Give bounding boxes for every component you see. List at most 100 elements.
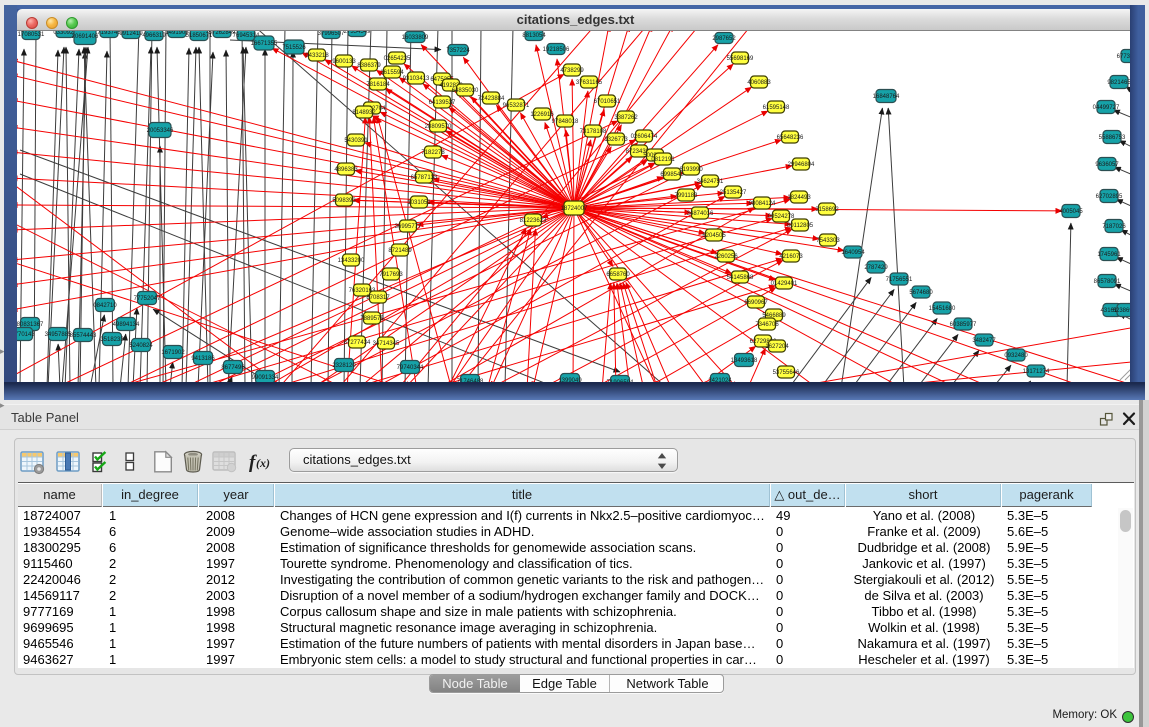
svg-text:7346706: 7346706: [755, 322, 779, 328]
svg-text:36995777: 36995777: [395, 224, 422, 230]
svg-text:54145868: 54145868: [727, 275, 754, 281]
svg-text:79740344: 79740344: [397, 365, 424, 371]
svg-text:99091334: 99091334: [252, 375, 279, 381]
svg-text:49894134: 49894134: [113, 322, 140, 328]
svg-text:7543303: 7543303: [816, 238, 840, 244]
svg-text:65648236: 65648236: [777, 135, 804, 141]
svg-text:7917693: 7917693: [379, 272, 403, 278]
svg-text:85574443: 85574443: [70, 333, 97, 339]
svg-text:77752047: 77752047: [134, 296, 161, 302]
svg-text:2787429: 2787429: [864, 265, 888, 271]
svg-text:01429401: 01429401: [771, 281, 798, 287]
svg-text:67010651: 67010651: [594, 99, 621, 105]
svg-text:9600133: 9600133: [332, 59, 356, 65]
svg-text:97848018: 97848018: [552, 119, 579, 125]
svg-text:8148932: 8148932: [352, 110, 376, 116]
svg-text:16848764: 16848764: [873, 94, 900, 100]
svg-text:29946804: 29946804: [788, 162, 815, 168]
svg-text:0433218: 0433218: [305, 53, 329, 59]
svg-text:9636057: 9636057: [1095, 162, 1119, 168]
svg-text:3482477: 3482477: [972, 338, 996, 344]
svg-text:9413186: 9413186: [191, 356, 215, 362]
svg-text:16671355: 16671355: [251, 41, 278, 47]
svg-text:6998543: 6998543: [660, 172, 684, 178]
svg-text:7187026: 7187026: [1102, 224, 1126, 230]
svg-text:02606474: 02606474: [631, 134, 658, 140]
svg-text:13171274: 13171274: [1023, 369, 1050, 375]
svg-text:5674680: 5674680: [909, 290, 933, 296]
svg-text:81223623: 81223623: [520, 218, 547, 224]
svg-text:80112805: 80112805: [787, 223, 814, 229]
svg-text:25135427: 25135427: [720, 190, 747, 196]
svg-text:7816184: 7816184: [366, 82, 390, 88]
svg-text:15451680: 15451680: [929, 306, 956, 312]
svg-text:6658760: 6658760: [606, 272, 630, 278]
svg-text:20691406: 20691406: [72, 34, 99, 40]
svg-text:55698169: 55698169: [727, 56, 754, 62]
svg-text:96532871: 96532871: [503, 103, 530, 109]
svg-text:2260256: 2260256: [714, 254, 738, 260]
svg-text:4005045: 4005045: [1059, 209, 1083, 215]
svg-text:65787133: 65787133: [411, 175, 438, 181]
svg-text:4896383: 4896383: [334, 167, 358, 173]
svg-text:04499727: 04499727: [1093, 105, 1120, 111]
svg-text:8677496: 8677496: [221, 365, 245, 371]
svg-text:60385977: 60385977: [950, 322, 977, 328]
svg-text:37996507: 37996507: [318, 31, 345, 37]
svg-text:27354549: 27354549: [344, 31, 371, 35]
svg-text:37631165: 37631165: [576, 80, 603, 86]
svg-text:98084124: 98084124: [749, 201, 776, 207]
svg-text:62702895: 62702895: [1096, 194, 1123, 200]
svg-text:00524278: 00524278: [768, 214, 795, 220]
svg-text:4966319: 4966319: [142, 33, 166, 39]
svg-text:8386379: 8386379: [357, 63, 381, 69]
svg-text:5240824: 5240824: [129, 343, 153, 349]
svg-text:1627204: 1627204: [765, 344, 789, 350]
svg-text:8721489: 8721489: [388, 248, 412, 254]
svg-text:4060883: 4060883: [747, 80, 771, 86]
svg-text:20053346: 20053346: [147, 128, 174, 134]
svg-text:72423884: 72423884: [478, 96, 505, 102]
svg-text:71756551: 71756551: [886, 277, 913, 283]
svg-text:64835030: 64835030: [452, 88, 479, 94]
svg-text:7991183: 7991183: [675, 193, 699, 199]
svg-text:8813054: 8813054: [522, 33, 546, 39]
svg-text:3158692: 3158692: [815, 207, 839, 213]
svg-text:2328120: 2328120: [332, 363, 356, 369]
svg-text:7770143: 7770143: [17, 332, 35, 338]
svg-text:7357224: 7357224: [446, 48, 470, 54]
svg-text:7889579: 7889579: [360, 316, 384, 322]
svg-text:3518233: 3518233: [100, 337, 124, 343]
svg-text:53755646: 53755646: [773, 370, 800, 376]
svg-text:61595148: 61595148: [763, 105, 790, 111]
svg-text:5430391: 5430391: [344, 138, 368, 144]
svg-text:9821465: 9821465: [1107, 80, 1131, 86]
svg-text:73178108: 73178108: [580, 129, 607, 135]
svg-text:86578091: 86578091: [1094, 279, 1121, 285]
svg-text:34874016: 34874016: [687, 211, 714, 217]
svg-text:9912419: 9912419: [119, 31, 143, 37]
svg-text:34714345: 34714345: [373, 341, 400, 347]
svg-text:5098393: 5098393: [332, 198, 356, 204]
svg-text:7515526: 7515526: [282, 45, 306, 51]
svg-text:2987652: 2987652: [712, 36, 736, 42]
svg-text:13493618: 13493618: [731, 358, 758, 364]
svg-text:0932480: 0932480: [1004, 353, 1028, 359]
svg-text:34624751: 34624751: [697, 179, 724, 185]
svg-text:13433200: 13433200: [338, 258, 365, 264]
svg-text:87277434: 87277434: [344, 340, 371, 346]
svg-text:1326773: 1326773: [604, 137, 628, 143]
svg-text:1640954: 1640954: [841, 250, 865, 256]
svg-text:34957885: 34957885: [45, 332, 72, 338]
svg-text:17080531: 17080531: [18, 32, 45, 38]
svg-text:02654235: 02654235: [384, 56, 411, 62]
svg-text:4738299: 4738299: [560, 68, 584, 74]
svg-text:1745961: 1745961: [1097, 252, 1121, 258]
svg-text:1615594: 1615594: [380, 70, 404, 76]
svg-text:18724007: 18724007: [561, 206, 588, 212]
svg-text:(x): (x): [256, 456, 270, 470]
svg-text:7193745: 7193745: [97, 31, 121, 36]
svg-text:16033809: 16033809: [402, 35, 429, 41]
svg-text:55886753: 55886753: [1099, 135, 1126, 141]
svg-text:0842710: 0842710: [93, 303, 117, 309]
